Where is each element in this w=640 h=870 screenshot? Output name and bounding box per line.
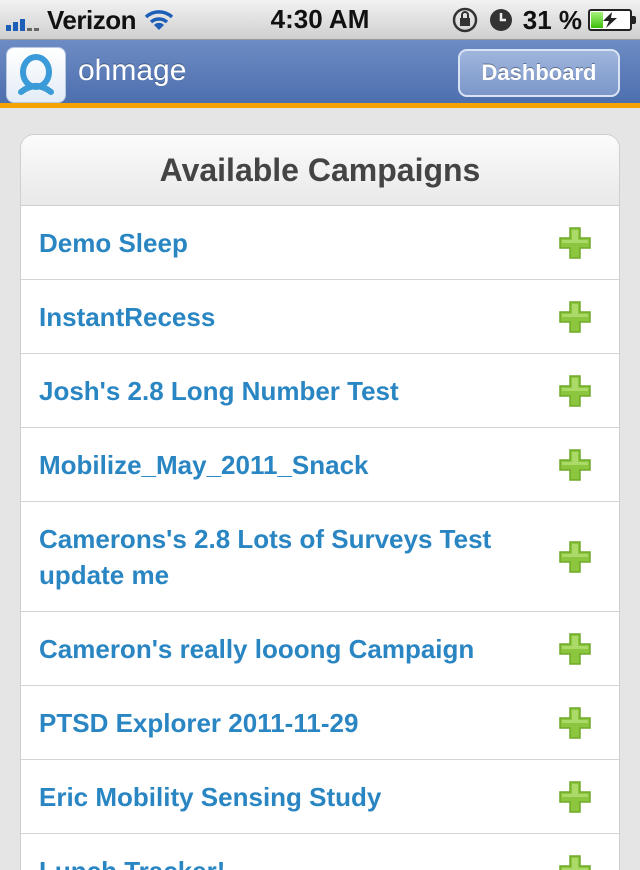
add-plus-icon[interactable] [557, 539, 593, 575]
rotation-lock-icon [452, 7, 477, 33]
add-plus-icon[interactable] [557, 705, 593, 741]
status-bar: Verizon 4:30 AM 31 % [0, 0, 640, 40]
available-campaigns-panel: Available Campaigns Demo Sleep InstantRe… [20, 134, 620, 870]
campaign-item[interactable]: Lunch Tracker! [21, 834, 619, 870]
campaign-name: Josh's 2.8 Long Number Test [39, 375, 399, 406]
campaign-item[interactable]: Mobilize_May_2011_Snack [21, 428, 619, 502]
campaign-name: Demo Sleep [39, 227, 188, 258]
add-plus-icon[interactable] [557, 225, 593, 261]
add-plus-icon[interactable] [557, 299, 593, 335]
campaign-name: InstantRecess [39, 301, 216, 332]
campaign-item[interactable]: Josh's 2.8 Long Number Test [21, 354, 619, 428]
add-plus-icon[interactable] [557, 631, 593, 667]
campaigns-title: Available Campaigns [21, 135, 619, 206]
campaign-item[interactable]: PTSD Explorer 2011-11-29 [21, 686, 619, 760]
add-plus-icon[interactable] [557, 853, 593, 870]
campaign-name: Cameron's really looong Campaign [39, 633, 475, 664]
app-header: ohmage Dashboard [0, 40, 640, 108]
campaign-item[interactable]: Cameron's really looong Campaign [21, 612, 619, 686]
battery-charging-icon [588, 9, 636, 31]
campaign-name: PTSD Explorer 2011-11-29 [39, 707, 359, 738]
campaign-name: Camerons's 2.8 Lots of Surveys Test upda… [39, 523, 492, 590]
add-plus-icon[interactable] [557, 779, 593, 815]
status-right: 31 % [451, 4, 636, 36]
campaign-item[interactable]: Camerons's 2.8 Lots of Surveys Test upda… [21, 502, 619, 612]
dashboard-button[interactable]: Dashboard [458, 49, 620, 97]
ohmage-logo-icon [6, 47, 66, 103]
campaign-item[interactable]: InstantRecess [21, 280, 619, 354]
campaign-item[interactable]: Eric Mobility Sensing Study [21, 760, 619, 834]
alarm-icon [489, 9, 512, 31]
campaign-name: Mobilize_May_2011_Snack [39, 449, 369, 480]
app-title: ohmage [78, 54, 187, 87]
campaign-name: Eric Mobility Sensing Study [39, 781, 382, 812]
battery-percent: 31 % [522, 4, 582, 35]
campaign-name: Lunch Tracker! [39, 853, 225, 870]
campaign-item[interactable]: Demo Sleep [21, 206, 619, 280]
add-plus-icon[interactable] [557, 447, 593, 483]
add-plus-icon[interactable] [557, 373, 593, 409]
